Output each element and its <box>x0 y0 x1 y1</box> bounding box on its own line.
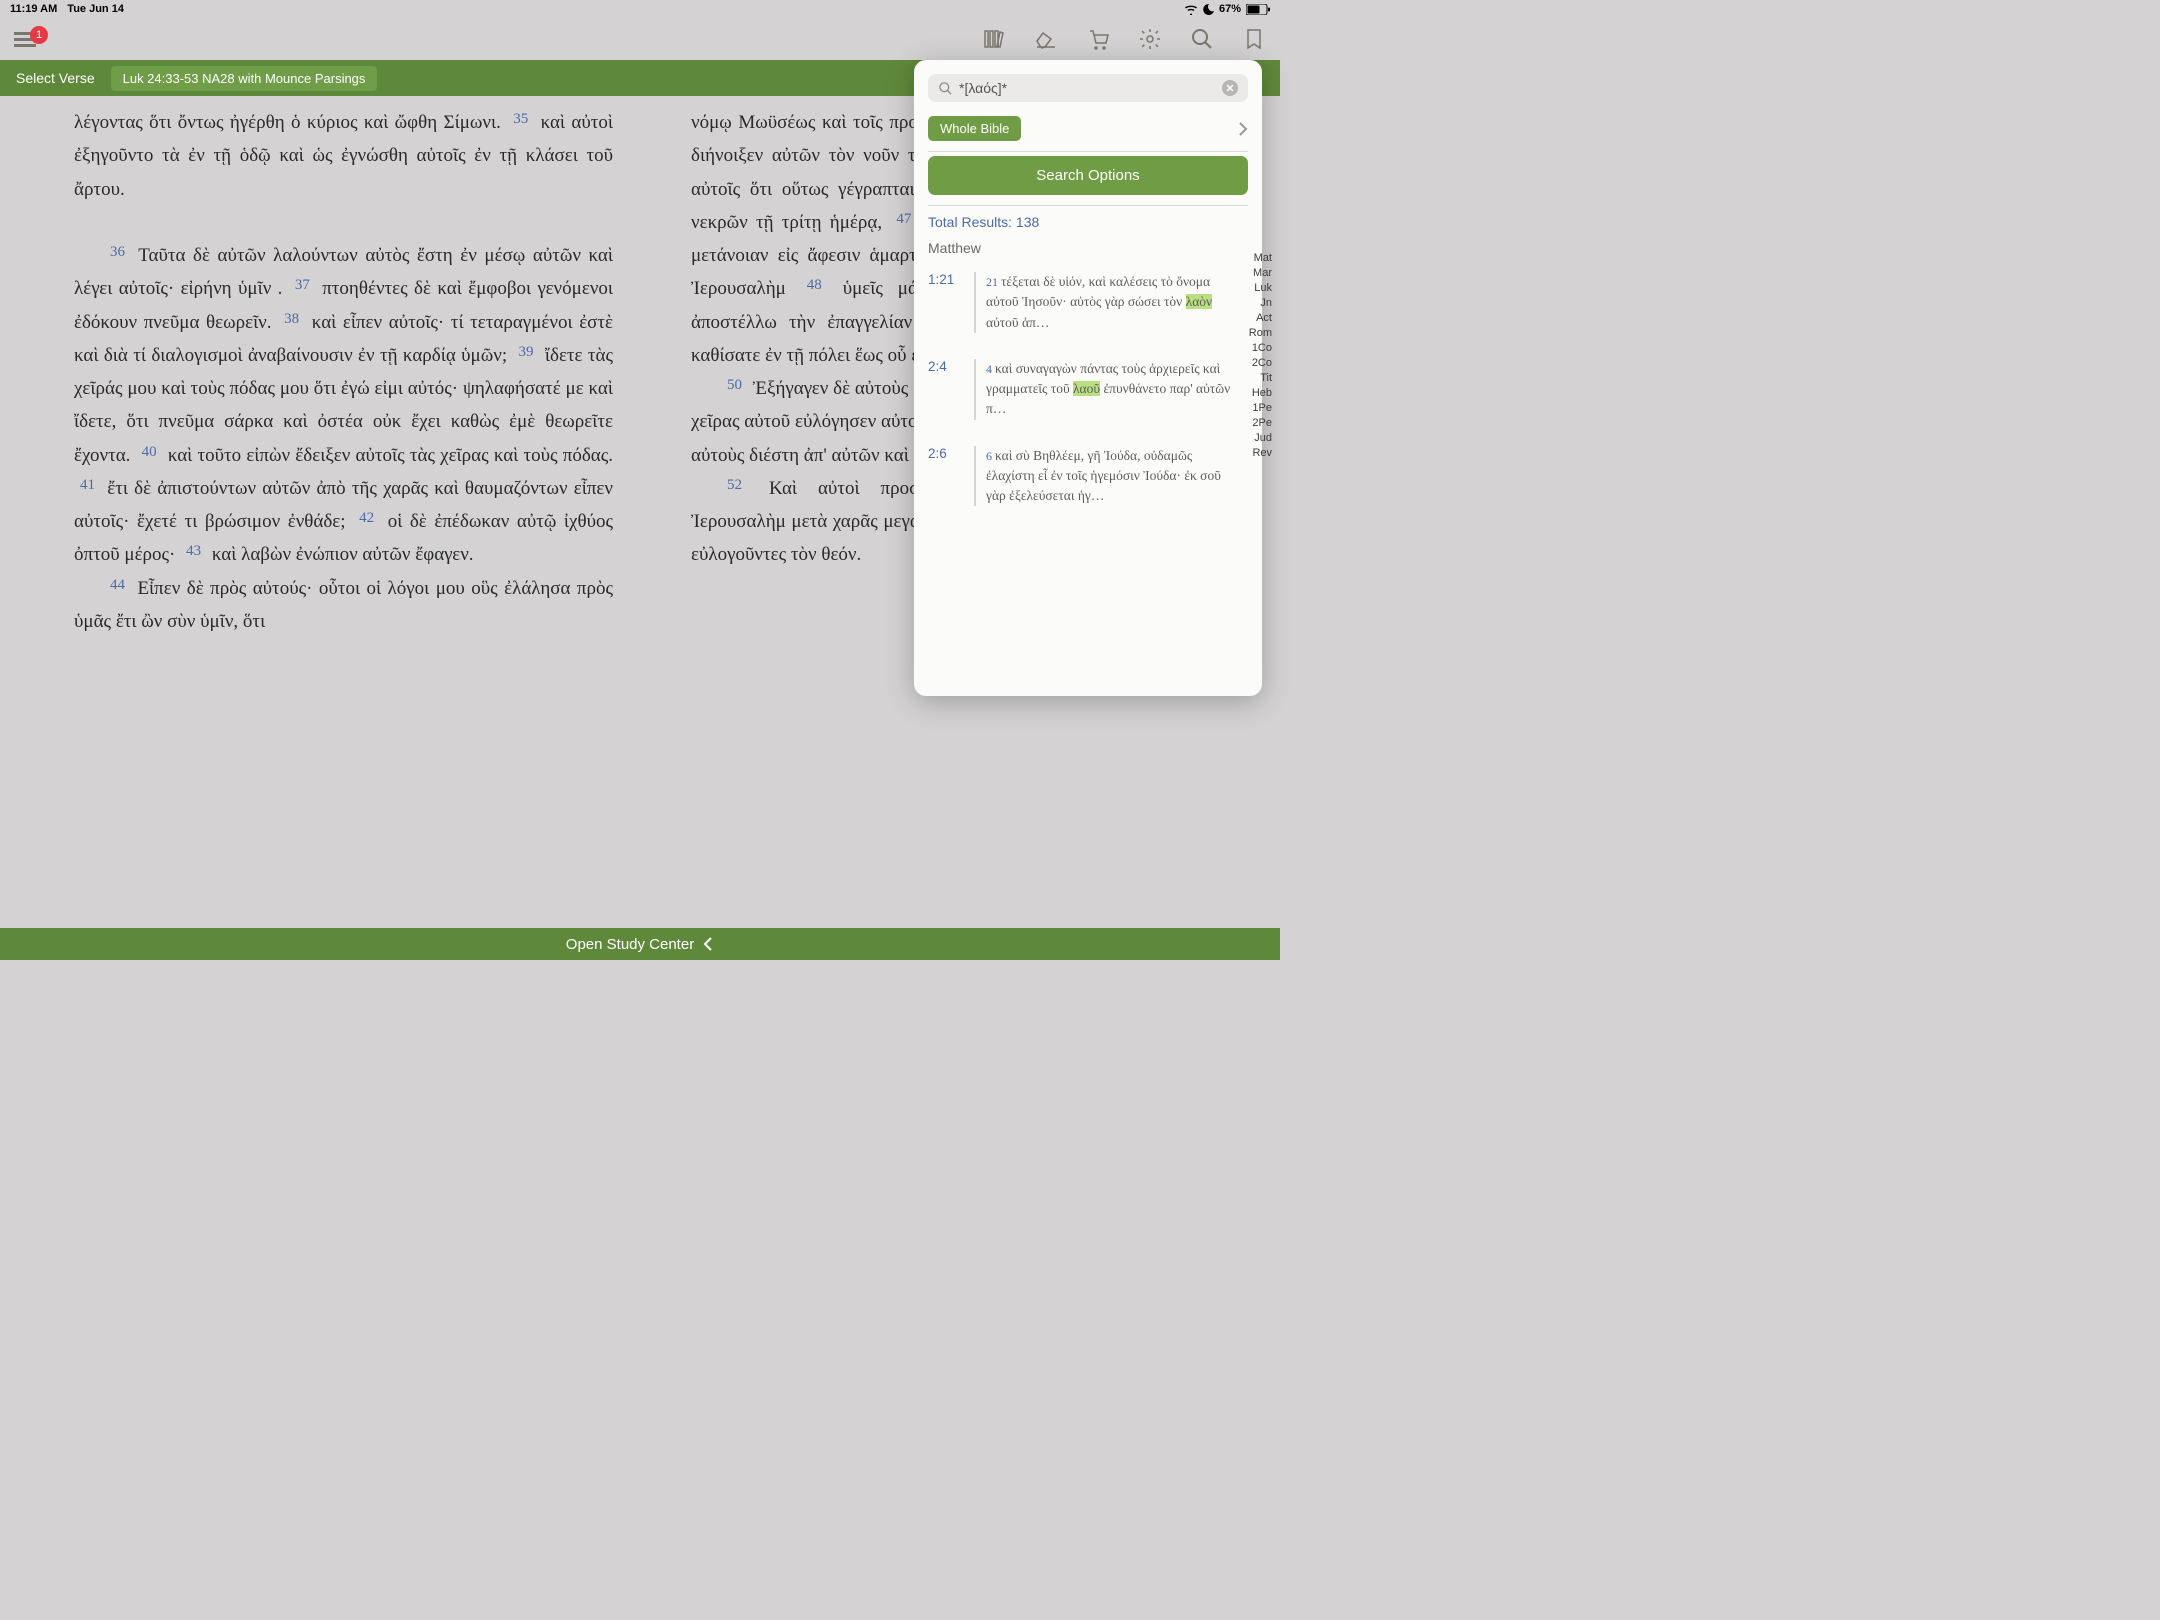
book-index-item[interactable]: Tit <box>1247 372 1274 384</box>
search-scope[interactable]: Whole Bible <box>928 116 1021 141</box>
book-index-item[interactable]: Rev <box>1247 447 1274 459</box>
result-snippet: 6 καὶ σὺ Βηθλέεμ, γῆ Ἰούδα, οὐδαμῶς ἐλαχ… <box>986 446 1232 507</box>
book-index-item[interactable]: Mar <box>1247 267 1274 279</box>
search-results-list[interactable]: 1:21 21 τέξεται δὲ υἱόν, καὶ καλέσεις τὸ … <box>914 264 1262 664</box>
result-reference: 2:4 <box>928 359 964 420</box>
battery-pct: 67% <box>1219 3 1241 15</box>
status-time: 11:19 AM <box>10 3 57 15</box>
search-panel: Whole Bible Search Options Total Results… <box>914 60 1262 696</box>
chevron-right-icon[interactable] <box>1238 121 1248 137</box>
verse-number[interactable]: 38 <box>278 311 305 327</box>
battery-icon <box>1246 4 1270 15</box>
study-center-label: Open Study Center <box>566 936 694 953</box>
book-index-item[interactable]: 1Co <box>1247 342 1274 354</box>
cart-icon[interactable] <box>1086 27 1110 51</box>
verse-number[interactable]: 35 <box>507 111 534 127</box>
clear-search-button[interactable] <box>1222 80 1238 96</box>
result-divider <box>974 272 976 333</box>
book-index-item[interactable]: Jud <box>1247 432 1274 444</box>
total-results: Total Results: 138 <box>914 206 1262 236</box>
search-input-container[interactable] <box>928 74 1248 102</box>
search-options-button[interactable]: Search Options <box>928 156 1248 195</box>
book-index-item[interactable]: Act <box>1247 312 1274 324</box>
current-reference[interactable]: Luk 24:33-53 NA28 with Mounce Parsings <box>111 66 378 91</box>
book-index-item[interactable]: 2Co <box>1247 357 1274 369</box>
chevron-left-icon <box>702 937 714 951</box>
verse-number[interactable]: 37 <box>289 277 316 293</box>
bookmark-icon[interactable] <box>1242 27 1266 51</box>
search-highlight: λαοῦ <box>1073 381 1100 396</box>
verse-number[interactable]: 44 <box>104 577 131 593</box>
result-reference: 2:6 <box>928 446 964 507</box>
book-index-scrollbar[interactable]: Mat Mar Luk Jn Act Rom 1Co 2Co Tit Heb 1Pe 2Pe Jud Re… <box>1247 252 1274 459</box>
text-column-1[interactable]: λέγοντας ὅτι ὄντως ἠγέρθη ὁ κύριος καὶ ὤ… <box>0 106 671 918</box>
book-index-item[interactable]: Heb <box>1247 387 1274 399</box>
verse-number[interactable]: 48 <box>801 277 828 293</box>
book-index-item[interactable]: Mat <box>1247 252 1274 264</box>
notification-badge: 1 <box>30 26 48 44</box>
result-snippet: 21 τέξεται δὲ υἱόν, καὶ καλέσεις τὸ ὄνομ… <box>986 272 1232 333</box>
result-book-header: Matthew <box>914 236 1262 264</box>
verse-number[interactable]: 40 <box>136 444 163 460</box>
search-highlight: λαὸν <box>1186 294 1212 309</box>
status-bar: 11:19 AM Tue Jun 14 67% <box>0 0 1280 18</box>
highlight-icon[interactable] <box>1034 27 1058 51</box>
select-verse-button[interactable]: Select Verse <box>16 70 95 86</box>
search-result-item[interactable]: 2:4 4 καὶ συναγαγὼν πάντας τοὺς ἀρχιερεῖς… <box>914 351 1262 438</box>
verse-number[interactable]: 52 <box>721 477 748 493</box>
verse-text: λέγοντας ὅτι ὄντως ἠγέρθη ὁ κύριος καὶ ὤ… <box>74 112 501 133</box>
book-index-item[interactable]: 1Pe <box>1247 402 1274 414</box>
study-center-button[interactable]: Open Study Center <box>0 928 1280 960</box>
verse-text: Εἶπεν δὲ πρὸς αὐτούς· οὗτοι οἱ λόγοι μου… <box>74 578 613 632</box>
verse-number[interactable]: 41 <box>74 477 101 493</box>
search-icon[interactable] <box>1190 27 1214 51</box>
verse-number[interactable]: 42 <box>353 510 380 526</box>
wifi-icon <box>1184 4 1198 15</box>
gear-icon[interactable] <box>1138 27 1162 51</box>
result-divider <box>974 359 976 420</box>
app-toolbar: 1 <box>0 18 1280 60</box>
search-result-item[interactable]: 1:21 21 τέξεται δὲ υἱόν, καὶ καλέσεις τὸ … <box>914 264 1262 351</box>
search-icon <box>938 81 953 96</box>
result-snippet: 4 καὶ συναγαγὼν πάντας τοὺς ἀρχιερεῖς κα… <box>986 359 1232 420</box>
verse-number[interactable]: 39 <box>513 344 540 360</box>
search-result-item[interactable]: 2:6 6 καὶ σὺ Βηθλέεμ, γῆ Ἰούδα, οὐδαμῶς ἐ… <box>914 438 1262 525</box>
moon-icon <box>1203 4 1214 15</box>
close-icon <box>1226 84 1234 92</box>
verse-number[interactable]: 50 <box>721 377 748 393</box>
verse-text: καὶ τοῦτο εἰπὼν ἔδειξεν αὐτοῖς τὰς χεῖρα… <box>168 445 613 466</box>
book-index-item[interactable]: Rom <box>1247 327 1274 339</box>
verse-text: καὶ λαβὼν ἐνώπιον αὐτῶν ἔφαγεν. <box>212 544 474 565</box>
result-reference: 1:21 <box>928 272 964 333</box>
verse-number[interactable]: 36 <box>104 244 131 260</box>
book-index-item[interactable]: Luk <box>1247 282 1274 294</box>
library-icon[interactable] <box>982 27 1006 51</box>
status-date: Tue Jun 14 <box>67 3 124 15</box>
verse-number[interactable]: 43 <box>180 543 207 559</box>
book-index-item[interactable]: Jn <box>1247 297 1274 309</box>
search-input[interactable] <box>959 80 1222 96</box>
menu-button[interactable]: 1 <box>14 32 36 47</box>
result-divider <box>974 446 976 507</box>
book-index-item[interactable]: 2Pe <box>1247 417 1274 429</box>
